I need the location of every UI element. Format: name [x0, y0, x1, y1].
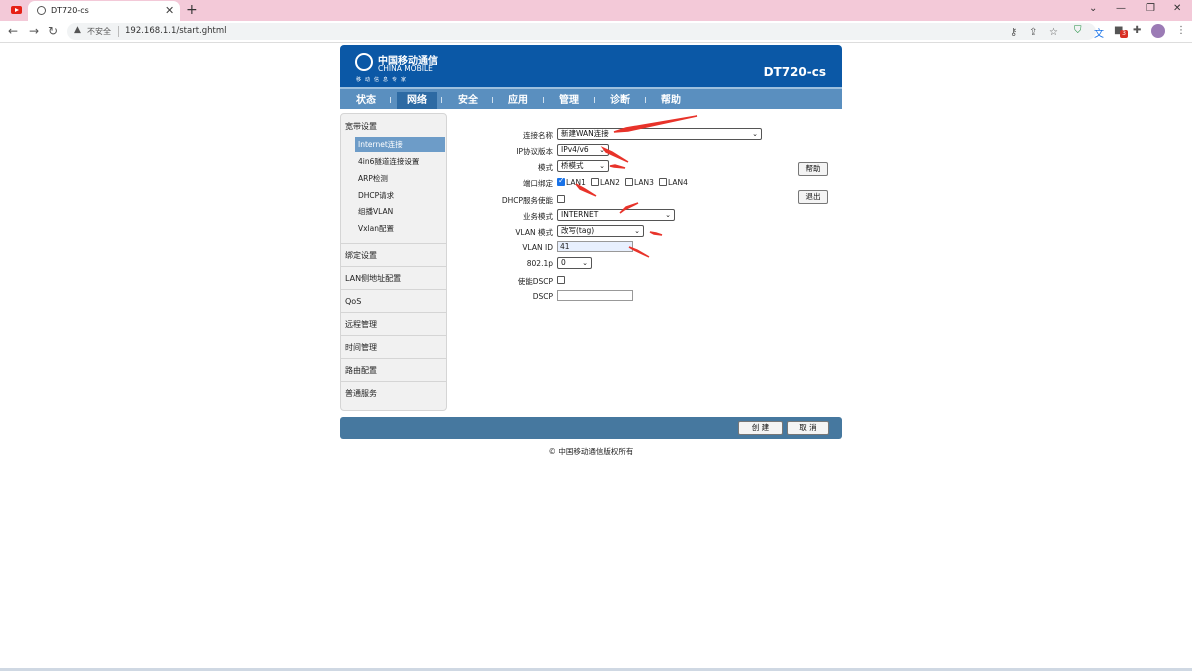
red-arrow-4: [575, 183, 597, 197]
red-arrow-6: [649, 231, 663, 236]
red-arrow-1: [613, 115, 698, 133]
red-arrow-3: [609, 164, 626, 169]
red-arrow-2: [600, 146, 629, 163]
red-arrow-5: [619, 202, 639, 214]
annotation-arrows: [575, 115, 698, 258]
red-arrow-7: [628, 246, 650, 258]
